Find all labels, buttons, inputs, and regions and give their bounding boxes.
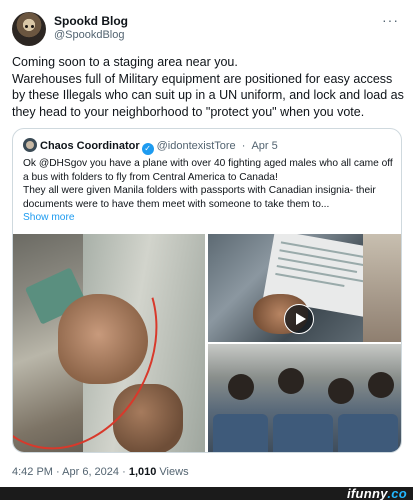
tweet-line-2: Warehouses full of Military equipment ar… (12, 71, 404, 119)
tweet-meta: 4:42 PM · Apr 6, 2024 · 1,010 Views (12, 466, 189, 478)
play-icon[interactable] (284, 304, 314, 334)
quoted-author-handle[interactable]: @idontexistTore (157, 140, 236, 152)
more-options-icon[interactable]: ··· (382, 12, 399, 28)
tweet-body: Coming soon to a staging area near you. … (12, 54, 404, 120)
media-photo-aircraft-seats[interactable] (208, 344, 401, 452)
watermark-bar: ifunny.co (0, 487, 413, 500)
tweet-time[interactable]: 4:42 PM (12, 466, 53, 478)
tweet-header: Spookd Blog @SpookdBlog ··· (12, 12, 401, 46)
views-count: 1,010 (128, 466, 157, 478)
quoted-separator: · (241, 140, 246, 152)
quoted-tweet-body: Ok @DHSgov you have a plane with over 40… (23, 157, 393, 211)
verified-badge-icon: ✓ (141, 143, 154, 155)
quoted-line-1: Ok @DHSgov you have a plane with over 40… (23, 158, 393, 183)
tweet-line-1: Coming soon to a staging area near you. (12, 55, 238, 69)
logo-brand: ifunny (347, 486, 388, 500)
media-grid (13, 234, 401, 452)
quoted-tweet[interactable]: Chaos Coordinator ✓ @idontexistTore · Apr … (12, 128, 402, 453)
media-video-documents[interactable] (208, 234, 401, 342)
quoted-line-2: They all were given Manila folders with … (23, 185, 376, 210)
views-label: Views (159, 466, 189, 478)
tweet-date[interactable]: Apr 6, 2024 (62, 466, 119, 478)
author-handle[interactable]: @SpookdBlog (54, 29, 125, 41)
media-photo-hands-folder[interactable] (13, 234, 205, 452)
quoted-author-name[interactable]: Chaos Coordinator (40, 140, 140, 152)
show-more-link[interactable]: Show more (23, 212, 75, 223)
author-name[interactable]: Spookd Blog (54, 14, 128, 28)
quoted-author-avatar[interactable] (23, 138, 37, 152)
quoted-tweet-header: Chaos Coordinator ✓ @idontexistTore · Apr … (23, 138, 278, 155)
quoted-date[interactable]: Apr 5 (251, 140, 277, 152)
ifunny-logo: ifunny.co (347, 487, 407, 500)
meta-separator-2: · (122, 466, 126, 478)
meta-separator: · (56, 466, 60, 478)
logo-suffix: .co (387, 486, 407, 500)
author-avatar[interactable] (12, 12, 46, 46)
